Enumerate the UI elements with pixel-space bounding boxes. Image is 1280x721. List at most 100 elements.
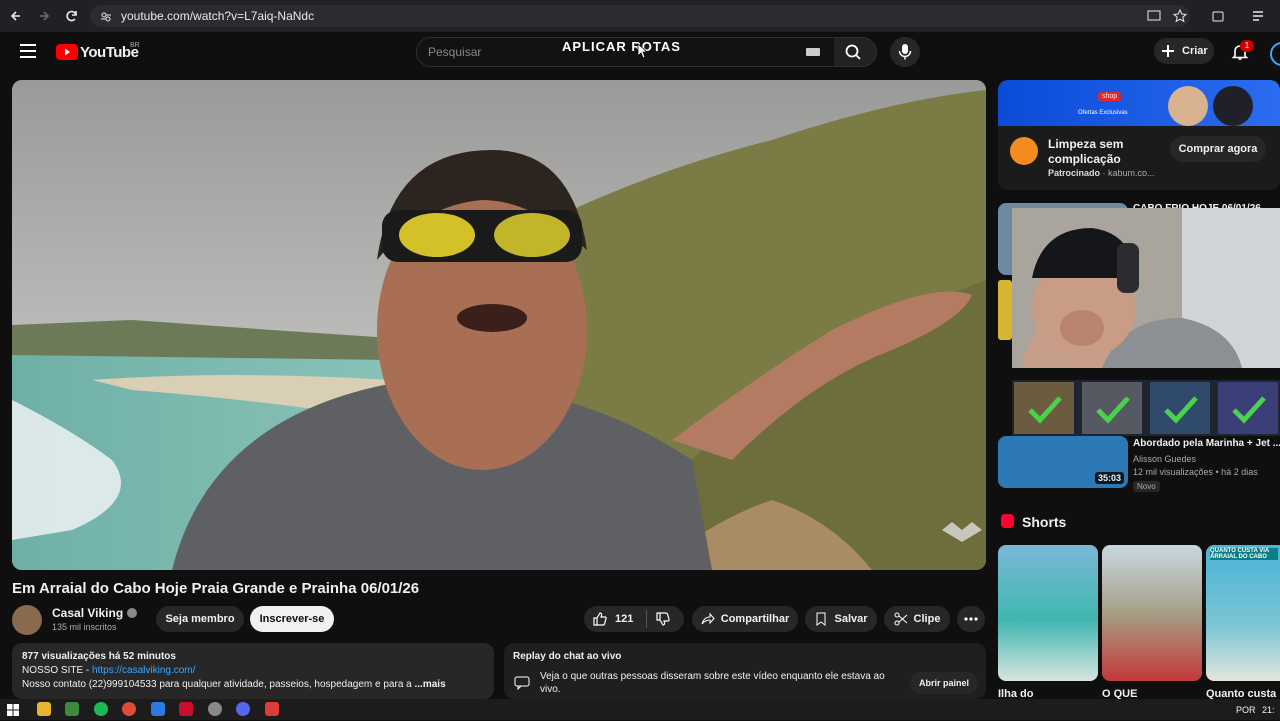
subscribe-button[interactable]: Inscrever-se <box>250 606 334 632</box>
check-tile-1 <box>1014 382 1074 434</box>
contact-text: Nosso contato (22)999104533 para qualque… <box>22 679 412 690</box>
ad-banner[interactable]: shop Ofertas Exclusivas <box>998 80 1280 126</box>
app-icon-red[interactable] <box>179 702 193 716</box>
language-indicator[interactable]: POR <box>1236 705 1256 715</box>
url-text[interactable]: youtube.com/watch?v=L7aiq-NaNdc <box>121 9 314 23</box>
checkmark-tiles <box>1012 380 1280 436</box>
description-site-line: NOSSO SITE - https://casalviking.com/ <box>22 665 195 676</box>
ad-cta-label: Comprar agora <box>1178 143 1258 155</box>
video-frame <box>12 80 986 570</box>
open-panel-button[interactable]: Abrir painel <box>910 672 978 694</box>
like-divider <box>646 610 647 628</box>
install-app-icon[interactable] <box>1146 8 1162 24</box>
search-placeholder: Pesquisar <box>428 45 482 59</box>
webcam-person <box>1012 208 1280 368</box>
voice-search-button[interactable] <box>890 37 920 67</box>
check-tile-3 <box>1150 382 1210 434</box>
webcam-overlay <box>1012 208 1280 368</box>
site-link[interactable]: https://casalviking.com/ <box>92 665 195 676</box>
discord-icon[interactable] <box>236 702 250 716</box>
overlay-caption: APLICAR ROTAS <box>562 39 681 54</box>
save-label: Salvar <box>834 613 868 625</box>
new-badge: Novo <box>1133 481 1160 492</box>
share-icon <box>701 612 715 625</box>
extensions-icon[interactable] <box>1210 8 1226 24</box>
video-duration: 35:03 <box>1095 472 1125 484</box>
clip-button[interactable]: Clipe <box>884 606 950 632</box>
recommended-channel-2[interactable]: Alisson Guedes <box>1133 454 1196 464</box>
microphone-icon <box>898 44 912 60</box>
like-count[interactable]: 121 <box>615 613 633 625</box>
search-button[interactable] <box>834 37 877 67</box>
region-code: BR <box>130 42 140 49</box>
channel-name[interactable]: Casal Viking <box>52 606 123 620</box>
site-info-icon[interactable] <box>100 10 112 22</box>
video-player[interactable] <box>12 80 986 570</box>
ad-brand-logo[interactable] <box>1010 137 1038 165</box>
ad-sponsored-label: Patrocinado <box>1048 168 1101 178</box>
share-button[interactable]: Compartilhar <box>692 606 798 632</box>
bookmark-star-icon[interactable] <box>1172 8 1188 24</box>
show-more-link[interactable]: ...mais <box>415 679 446 690</box>
join-button[interactable]: Seja membro <box>156 606 244 632</box>
more-actions-button[interactable] <box>957 606 985 632</box>
shorts-logo-icon <box>1001 514 1014 528</box>
ad-banner-tag: shop <box>1098 92 1122 101</box>
share-label: Compartilhar <box>720 613 790 625</box>
scissors-icon <box>894 612 907 626</box>
ad-title[interactable]: Limpeza sem complicação <box>1048 137 1148 167</box>
forward-icon[interactable] <box>36 8 52 24</box>
chat-replay-title: Replay do chat ao vivo <box>513 651 622 662</box>
ad-banner-text: Ofertas Exclusivas <box>1078 110 1128 116</box>
plus-icon <box>1161 44 1175 58</box>
mouse-cursor-icon <box>637 43 649 59</box>
recommended-thumbnail-edge[interactable] <box>998 280 1012 340</box>
back-icon[interactable] <box>8 8 24 24</box>
check-tile-2 <box>1082 382 1142 434</box>
shorts-heading: Shorts <box>1022 514 1067 530</box>
chat-bubble-icon <box>514 676 530 691</box>
clock[interactable]: 21: <box>1262 705 1275 715</box>
short-thumbnail-1[interactable] <box>998 545 1098 681</box>
youtube-logo-icon[interactable] <box>56 44 78 60</box>
subscribe-label: Inscrever-se <box>259 613 325 625</box>
file-explorer-icon[interactable] <box>37 702 51 716</box>
create-label: Criar <box>1182 45 1208 57</box>
description-contact-line: Nosso contato (22)999104533 para qualque… <box>22 679 446 690</box>
xbox-icon[interactable] <box>65 702 79 716</box>
ad-banner-mascot <box>1213 86 1253 126</box>
hamburger-menu-icon[interactable] <box>20 44 36 58</box>
verified-check-icon <box>127 608 137 618</box>
short-banner: QUANTO CUSTA VIA ARRAIAL DO CABO <box>1210 548 1278 560</box>
site-prefix: NOSSO SITE - <box>22 665 93 676</box>
chrome-icon[interactable] <box>122 702 136 716</box>
ad-sponsor-line: Patrocinado · kabum.co... <box>1048 168 1155 178</box>
channel-avatar[interactable] <box>12 605 42 635</box>
open-panel-label: Abrir painel <box>918 678 969 688</box>
keyboard-icon[interactable] <box>806 48 820 56</box>
subscriber-count: 135 mil inscritos <box>52 622 117 632</box>
reload-icon[interactable] <box>64 8 80 24</box>
like-icon[interactable] <box>592 611 608 627</box>
chat-replay-text: Veja o que outras pessoas disseram sobre… <box>540 671 885 695</box>
ad-banner-person <box>1168 86 1208 126</box>
menu-icon[interactable] <box>1250 8 1266 24</box>
ad-domain: kabum.co... <box>1108 168 1155 178</box>
short-thumbnail-3[interactable]: QUANTO CUSTA VIA ARRAIAL DO CABO <box>1206 545 1280 681</box>
spotify-icon[interactable] <box>94 702 108 716</box>
recommended-title-2[interactable]: Abordado pela Marinha + Jet ... <box>1133 438 1280 449</box>
view-stats: 877 visualizações há 52 minutos <box>22 651 176 662</box>
ad-cta-button[interactable]: Comprar agora <box>1170 136 1266 162</box>
app-icon-gray[interactable] <box>208 702 222 716</box>
search-icon <box>845 44 861 60</box>
app-icon-blue[interactable] <box>151 702 165 716</box>
short-thumbnail-2[interactable] <box>1102 545 1202 681</box>
windows-start-icon[interactable] <box>7 703 19 716</box>
save-button[interactable]: Salvar <box>805 606 877 632</box>
join-label: Seja membro <box>165 613 235 625</box>
capcut-icon[interactable] <box>265 702 279 716</box>
save-bookmark-icon <box>816 612 826 626</box>
check-tile-4 <box>1218 382 1278 434</box>
dislike-icon[interactable] <box>655 611 671 627</box>
notification-badge: 1 <box>1240 40 1254 52</box>
